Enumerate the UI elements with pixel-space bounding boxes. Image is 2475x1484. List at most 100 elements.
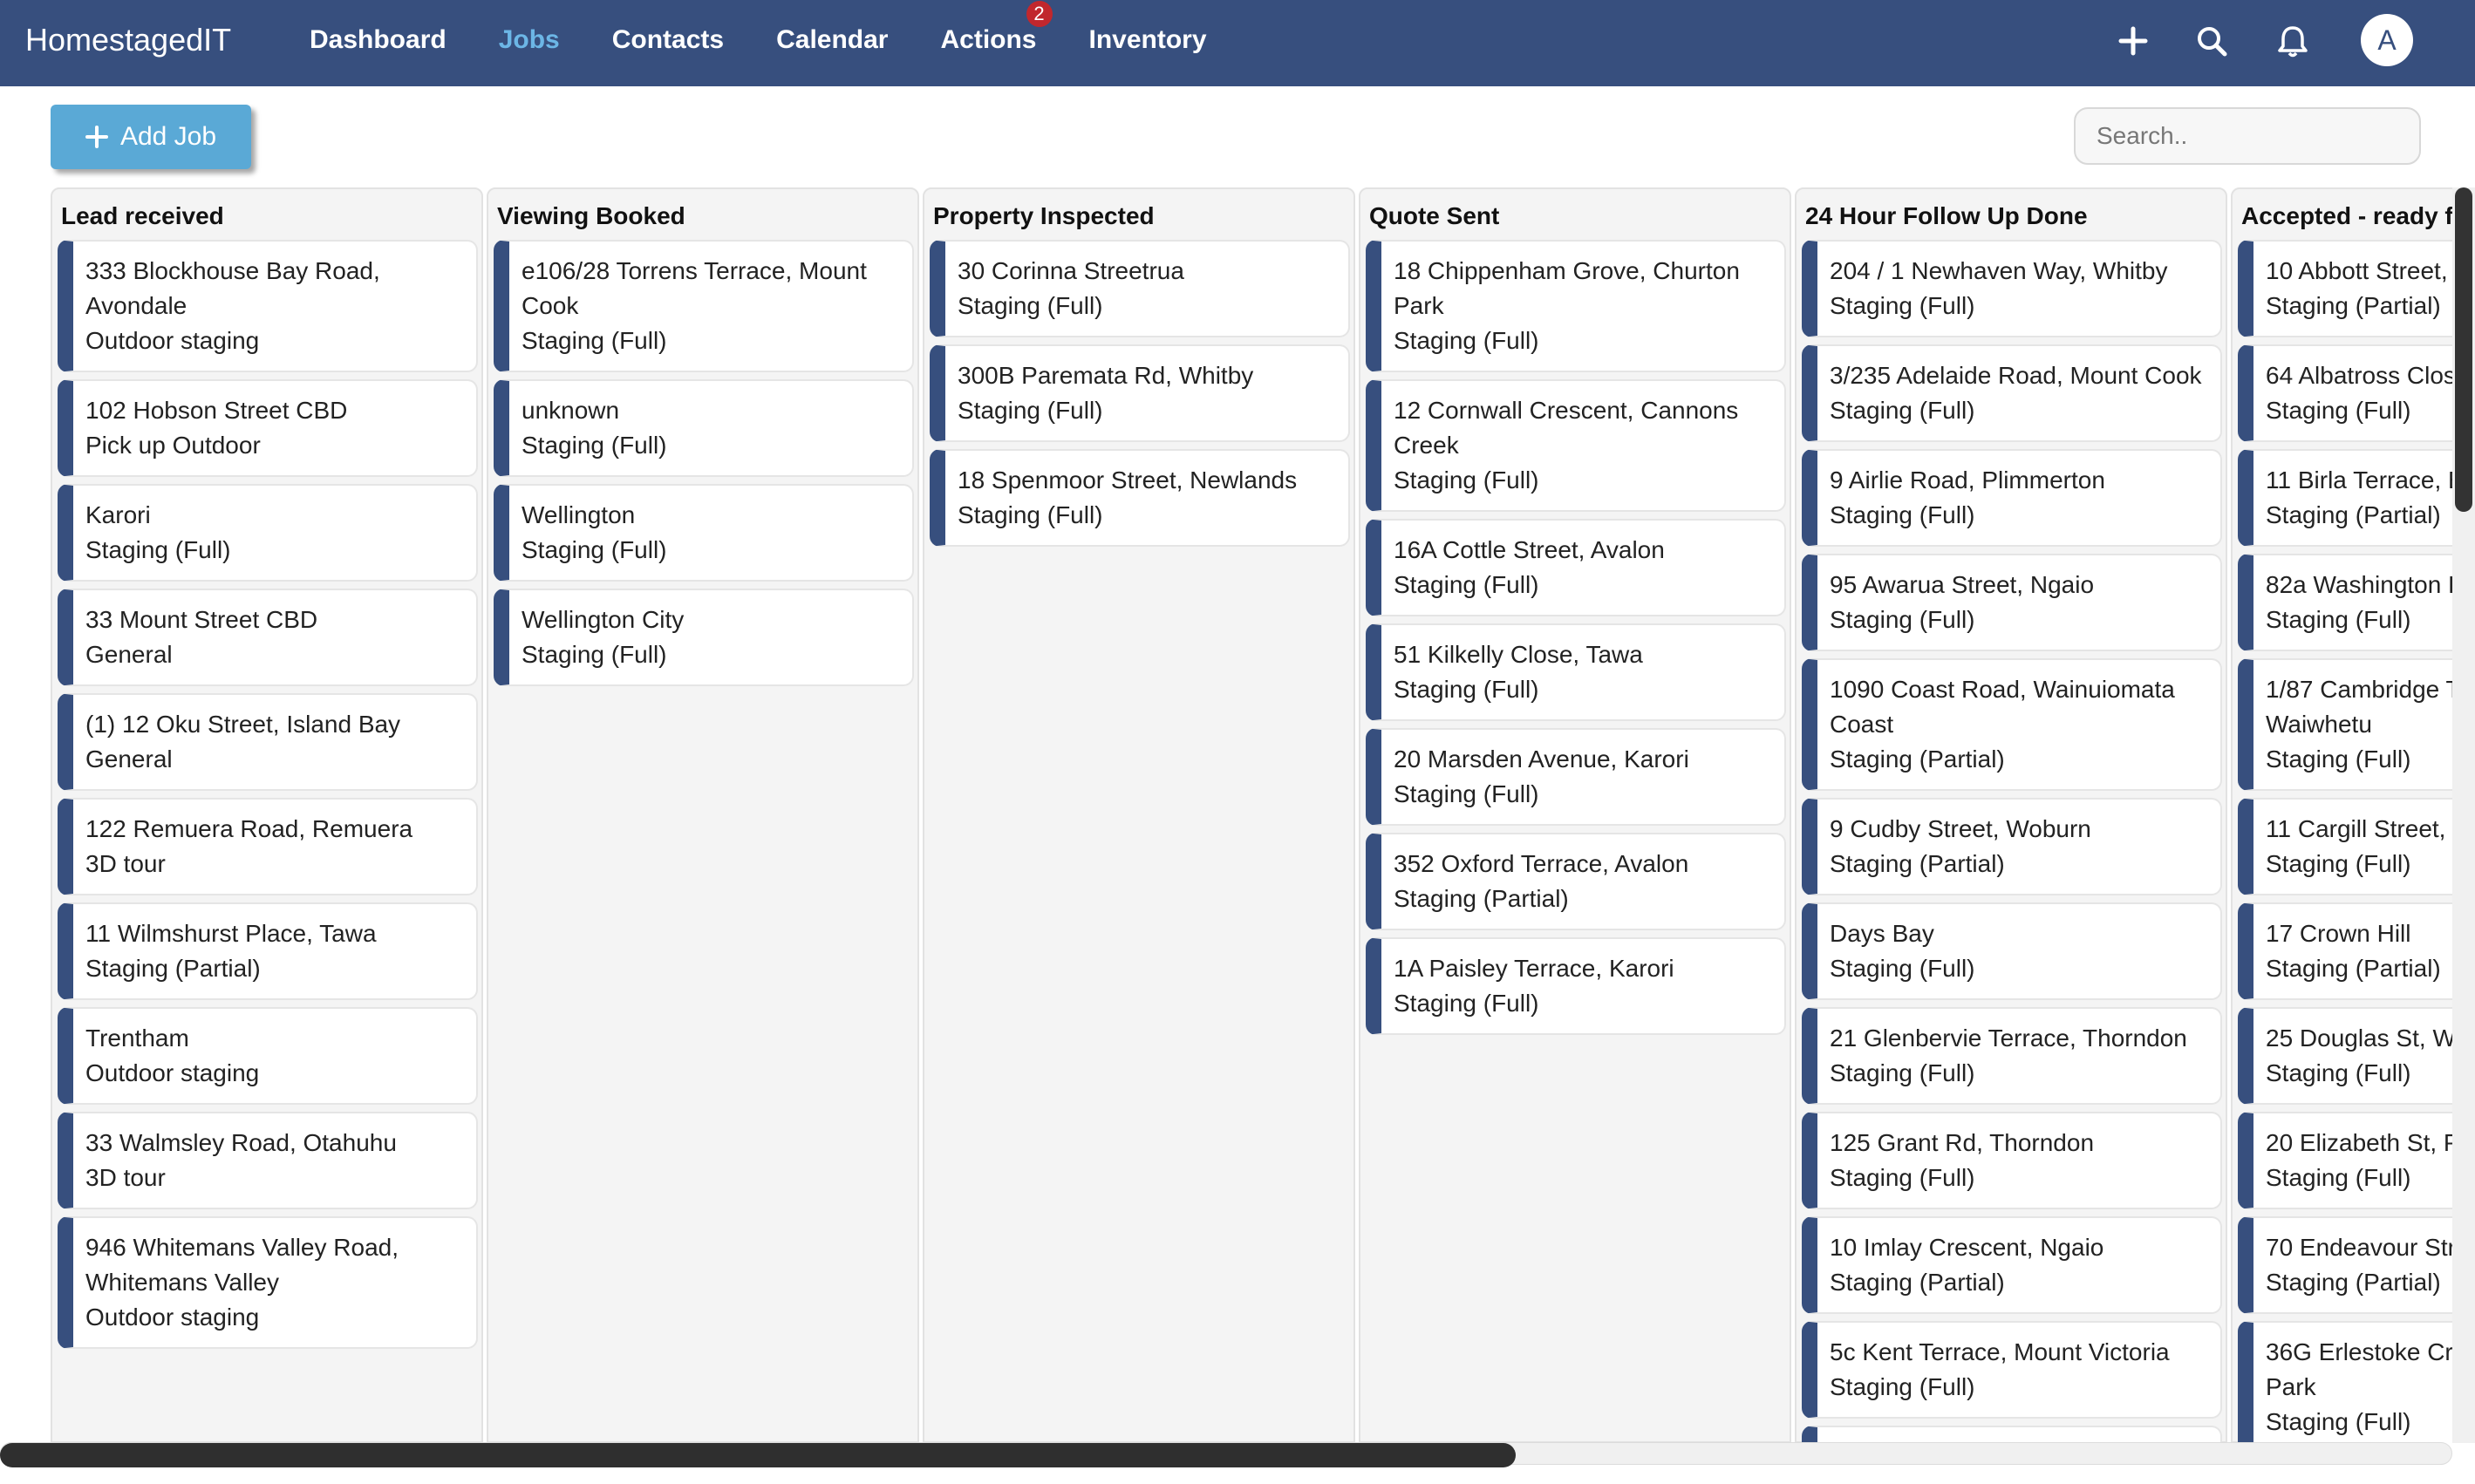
job-card[interactable]: Karori Staging (Full) — [58, 484, 478, 582]
horizontal-scrollbar-thumb[interactable] — [0, 1443, 1516, 1467]
job-type: Staging (Full) — [1830, 397, 1975, 424]
job-card[interactable]: 33 Walmsley Road, Otahuhu 3D tour — [58, 1112, 478, 1209]
job-card[interactable]: 70 Endeavour Stre Staging (Partial) — [2238, 1216, 2458, 1314]
job-card[interactable]: 64 Albatross Clos Staging (Full) — [2238, 344, 2458, 442]
job-address-line: Whitemans Valley — [85, 1269, 280, 1296]
column-2: Viewing Booked e106/28 Torrens Terrace, M… — [487, 187, 919, 1443]
plus-icon[interactable] — [2111, 19, 2155, 63]
job-address-line: Creek — [1394, 432, 1459, 459]
job-type: Staging (Partial) — [2266, 1269, 2441, 1296]
job-card[interactable]: 946 Whitemans Valley Road, Whitemans Vall… — [58, 1216, 478, 1349]
job-address-line: Wellington City — [522, 606, 685, 633]
job-card[interactable]: 33 Mount Street CBD General — [58, 589, 478, 686]
job-card[interactable]: 18 Chippenham Grove, Churton Park Staging … — [1366, 240, 1786, 372]
job-type: Staging (Full) — [1394, 466, 1539, 494]
job-card[interactable]: 12 Cornwall Crescent, Cannons Creek Stagin… — [1366, 379, 1786, 512]
column-title: Viewing Booked — [497, 202, 685, 229]
nav-calendar[interactable]: Calendar — [776, 25, 888, 55]
job-card[interactable]: 10 Imlay Crescent, Ngaio Staging (Partial… — [1802, 1216, 2222, 1314]
job-card[interactable]: 82a Washington F Staging (Full) — [2238, 554, 2458, 651]
job-card[interactable]: 95 Awarua Street, Ngaio Staging (Full) — [1802, 554, 2222, 651]
column-title: Lead received — [61, 202, 224, 229]
job-address-line: 125 Grant Rd, Thorndon — [1830, 1129, 2095, 1156]
column-6: Accepted - ready fo 10 Abbott Street, Stag… — [2231, 187, 2458, 1443]
job-card[interactable]: 21 Glenbervie Terrace, Thorndon Staging (… — [1802, 1007, 2222, 1105]
job-card[interactable]: KhandallahOutdoor staging — [1802, 1426, 2222, 1443]
column-5: 24 Hour Follow Up Done 204 / 1 Newhaven W… — [1795, 187, 2227, 1443]
job-card[interactable]: 20 Elizabeth St, P Staging (Full) — [2238, 1112, 2458, 1209]
job-card[interactable]: 3/235 Adelaide Road, Mount Cook Staging (… — [1802, 344, 2222, 442]
job-type: 3D tour — [85, 850, 166, 877]
job-type: Staging (Full) — [2266, 1059, 2411, 1086]
nav-actions-label: Actions — [940, 25, 1037, 54]
job-card[interactable]: 1/87 Cambridge T Waiwhetu Staging (Full) — [2238, 658, 2458, 791]
job-type: Staging (Full) — [958, 397, 1103, 424]
job-card[interactable]: 11 Cargill Street, I Staging (Full) — [2238, 798, 2458, 895]
job-card[interactable]: 11 Wilmshurst Place, Tawa Staging (Partia… — [58, 902, 478, 1000]
add-job-button[interactable]: Add Job — [51, 105, 251, 169]
avatar[interactable]: A — [2361, 14, 2413, 66]
job-card[interactable]: 25 Douglas St, Wa Staging (Full) — [2238, 1007, 2458, 1105]
job-card[interactable]: 30 Corinna Streetrua Staging (Full) — [930, 240, 1350, 337]
job-card[interactable]: 122 Remuera Road, Remuera 3D tour — [58, 798, 478, 895]
job-card[interactable]: 125 Grant Rd, Thorndon Staging (Full) — [1802, 1112, 2222, 1209]
job-card[interactable]: e106/28 Torrens Terrace, Mount Cook Stagin… — [494, 240, 914, 372]
job-card[interactable]: Wellington City Staging (Full) — [494, 589, 914, 686]
card-list: 10 Abbott Street, Staging (Partial) 64 Alb… — [2233, 240, 2458, 1443]
job-card[interactable]: 17 Crown Hill Staging (Partial) — [2238, 902, 2458, 1000]
job-type: Staging (Full) — [2266, 745, 2411, 773]
job-card[interactable]: 1090 Coast Road, Wainuiomata Coast Staging… — [1802, 658, 2222, 791]
job-type: Staging (Partial) — [1394, 885, 1569, 912]
card-list: 30 Corinna Streetrua Staging (Full) 300B P… — [924, 240, 1353, 547]
job-address-line: 17 Crown Hill — [2266, 920, 2411, 947]
job-type: Staging (Partial) — [1830, 1269, 2005, 1296]
job-address-line: 70 Endeavour Stre — [2266, 1234, 2458, 1261]
job-card[interactable]: (1) 12 Oku Street, Island Bay General — [58, 693, 478, 791]
search-input[interactable] — [2074, 107, 2421, 165]
job-address-line: 25 Douglas St, Wa — [2266, 1025, 2458, 1052]
job-card[interactable]: 102 Hobson Street CBD Pick up Outdoor — [58, 379, 478, 477]
job-card[interactable]: Trentham Outdoor staging — [58, 1007, 478, 1105]
nav-jobs[interactable]: Jobs — [499, 25, 560, 55]
job-card[interactable]: 352 Oxford Terrace, Avalon Staging (Parti… — [1366, 833, 1786, 930]
job-type: Staging (Full) — [522, 641, 667, 668]
job-type: Pick up Outdoor — [85, 432, 261, 459]
nav-contacts[interactable]: Contacts — [612, 25, 724, 55]
job-card[interactable]: 333 Blockhouse Bay Road, Avondale Outdoor … — [58, 240, 478, 372]
job-address-line: 1/87 Cambridge T — [2266, 676, 2458, 703]
job-card[interactable]: unknown Staging (Full) — [494, 379, 914, 477]
job-card[interactable]: 204 / 1 Newhaven Way, Whitby Staging (Ful… — [1802, 240, 2222, 337]
job-card[interactable]: 51 Kilkelly Close, Tawa Staging (Full) — [1366, 623, 1786, 721]
job-card[interactable]: 36G Erlestoke Cre Park Staging (Full) — [2238, 1321, 2458, 1443]
job-card[interactable]: 9 Cudby Street, Woburn Staging (Partial) — [1802, 798, 2222, 895]
job-type: Staging (Full) — [2266, 1164, 2411, 1191]
job-address-line: 5c Kent Terrace, Mount Victoria — [1830, 1338, 2170, 1365]
job-address-line: 64 Albatross Clos — [2266, 362, 2456, 389]
nav-dashboard[interactable]: Dashboard — [310, 25, 447, 55]
job-card[interactable]: 1A Paisley Terrace, Karori Staging (Full) — [1366, 937, 1786, 1035]
search-icon[interactable] — [2190, 19, 2233, 63]
job-card[interactable]: 20 Marsden Avenue, Karori Staging (Full) — [1366, 728, 1786, 826]
job-type: Staging (Full) — [1394, 327, 1539, 354]
job-type: Staging (Full) — [2266, 606, 2411, 633]
job-card[interactable]: 5c Kent Terrace, Mount Victoria Staging (… — [1802, 1321, 2222, 1419]
job-type: Outdoor staging — [85, 327, 260, 354]
brand-logo[interactable]: HomestagedIT — [25, 22, 231, 58]
job-card[interactable]: 9 Airlie Road, Plimmerton Staging (Full) — [1802, 449, 2222, 547]
job-card[interactable]: 18 Spenmoor Street, Newlands Staging (Ful… — [930, 449, 1350, 547]
nav-actions[interactable]: Actions 2 — [940, 1, 1053, 55]
job-card[interactable]: Wellington Staging (Full) — [494, 484, 914, 582]
job-card[interactable]: 16A Cottle Street, Avalon Staging (Full) — [1366, 519, 1786, 616]
vertical-scrollbar-thumb[interactable] — [2455, 187, 2472, 512]
job-card[interactable]: 10 Abbott Street, Staging (Partial) — [2238, 240, 2458, 337]
job-card[interactable]: 11 Birla Terrace, E Staging (Partial) — [2238, 449, 2458, 547]
column-3: Property Inspected 30 Corinna Streetrua St… — [923, 187, 1355, 1443]
bell-icon[interactable] — [2271, 19, 2315, 63]
job-address-line: 36G Erlestoke Cre — [2266, 1338, 2458, 1365]
job-address-line: 1A Paisley Terrace, Karori — [1394, 955, 1674, 982]
job-address-line: 10 Imlay Crescent, Ngaio — [1830, 1234, 2104, 1261]
job-type: Staging (Partial) — [2266, 501, 2441, 528]
job-card[interactable]: Days Bay Staging (Full) — [1802, 902, 2222, 1000]
job-card[interactable]: 300B Paremata Rd, Whitby Staging (Full) — [930, 344, 1350, 442]
nav-inventory[interactable]: Inventory — [1089, 25, 1207, 55]
